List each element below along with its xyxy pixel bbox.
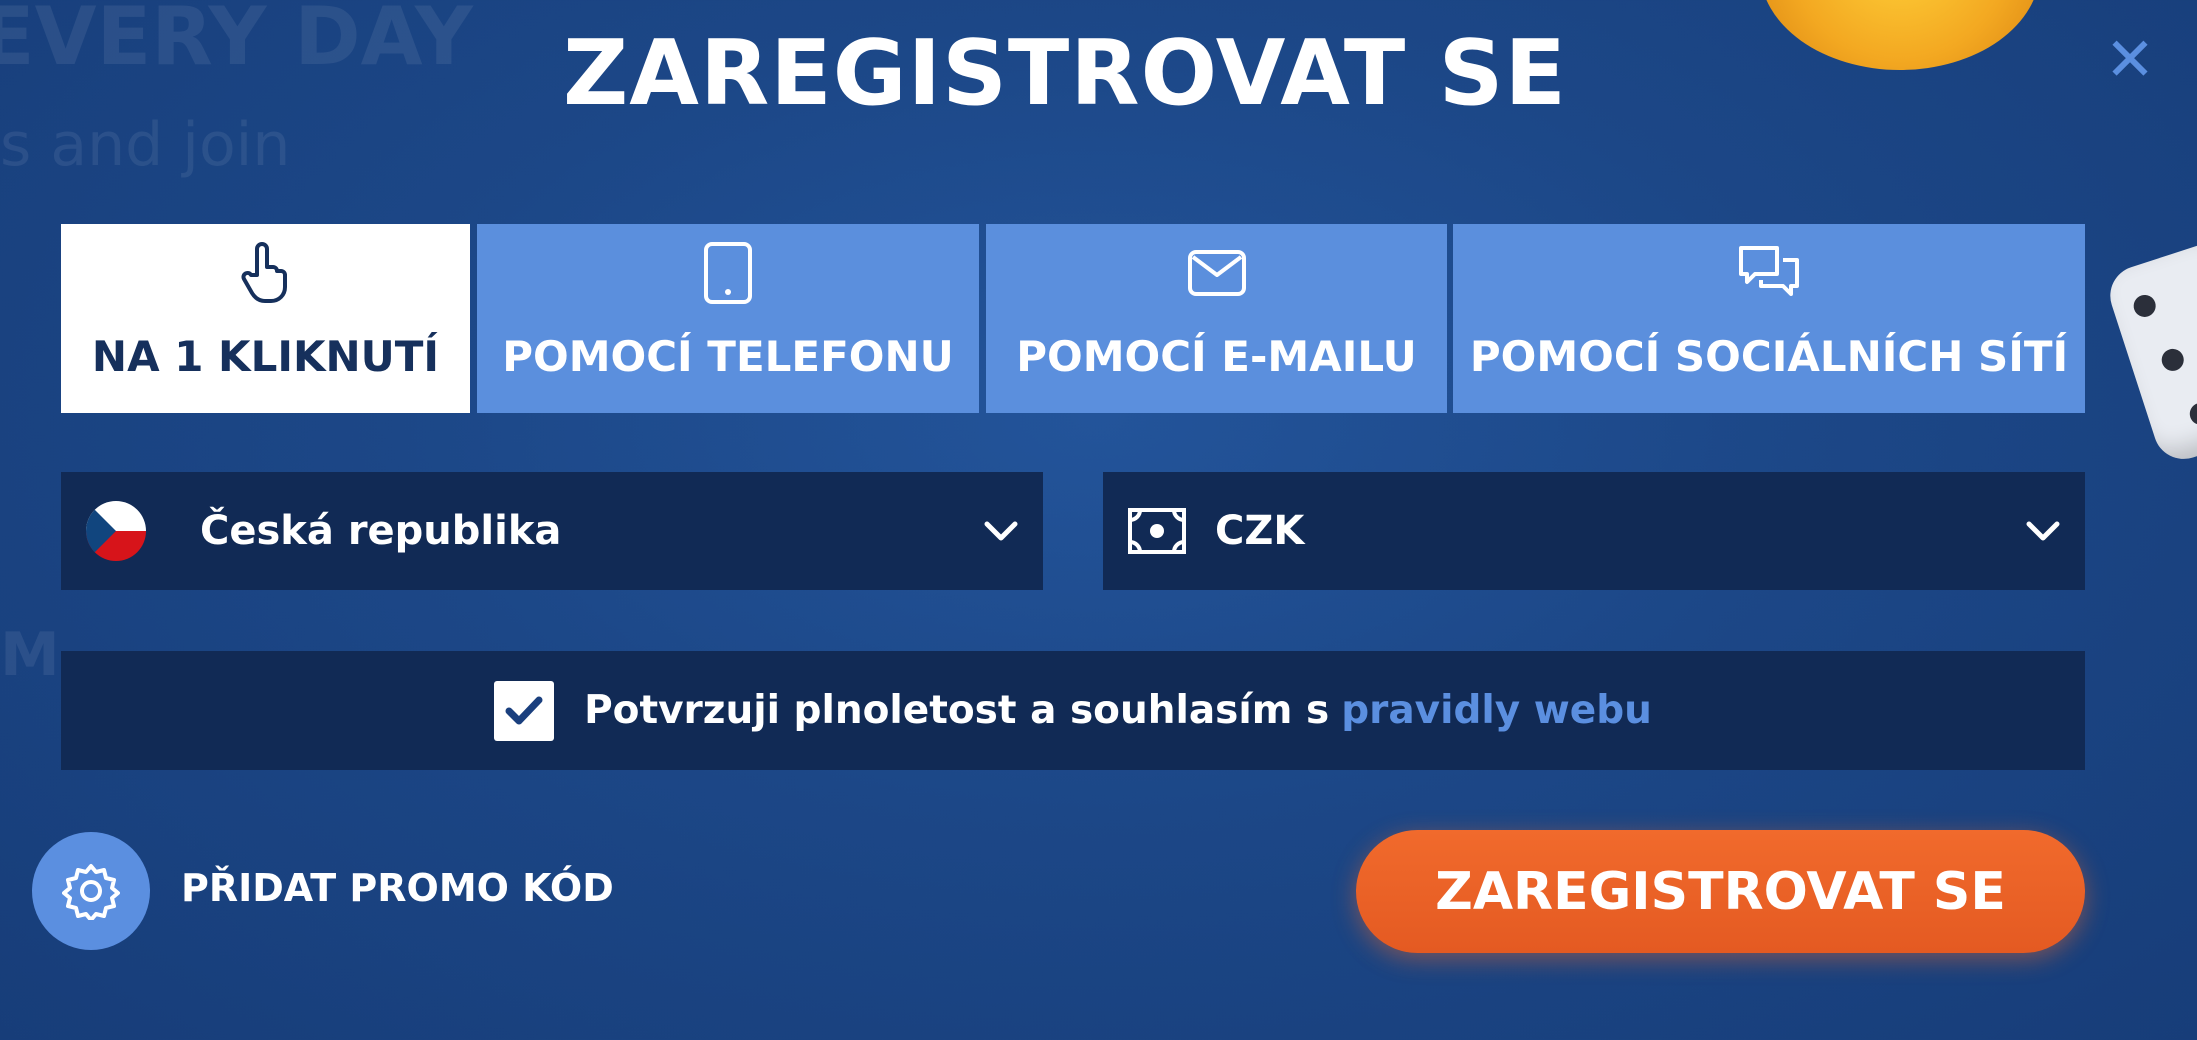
age-consent-checkbox[interactable] (494, 680, 555, 741)
site-rules-link[interactable]: pravidly webu (1341, 688, 1652, 733)
promo-code-button[interactable] (32, 832, 150, 950)
background-text-m: M (0, 620, 60, 690)
checkmark-icon (505, 696, 543, 724)
background-dice-decoration (2102, 233, 2197, 467)
consent-row: Potvrzuji plnoletost a souhlasím s pravi… (61, 651, 2085, 770)
tab-label: POMOCÍ SOCIÁLNÍCH SÍTÍ (1469, 332, 2069, 381)
registration-method-tabs: NA 1 KLIKNUTÍ POMOCÍ TELEFONU POMOCÍ E-M… (61, 224, 2085, 413)
register-submit-button[interactable]: ZAREGISTROVAT SE (1356, 830, 2085, 953)
tab-label: POMOCÍ E-MAILU (1016, 332, 1417, 381)
consent-text: Potvrzuji plnoletost a souhlasím s (584, 688, 1330, 733)
promo-code-label[interactable]: PŘIDAT PROMO KÓD (181, 866, 614, 910)
chevron-down-icon (983, 510, 1019, 555)
phone-icon (703, 238, 753, 308)
pointer-hand-icon (239, 238, 293, 308)
czech-flag-icon (86, 501, 146, 561)
country-select[interactable]: Česká republika (61, 472, 1043, 590)
chat-bubbles-icon (1737, 238, 1801, 308)
currency-select[interactable]: CZK (1103, 472, 2085, 590)
country-select-value: Česká republika (200, 508, 562, 554)
envelope-icon (1187, 238, 1247, 308)
currency-select-value: CZK (1215, 508, 1305, 554)
chevron-down-icon (2025, 510, 2061, 555)
tab-label: POMOCÍ TELEFONU (502, 332, 954, 381)
close-button[interactable]: ✕ (2100, 30, 2160, 90)
banknote-icon (1127, 507, 1187, 555)
close-icon: ✕ (2104, 25, 2156, 95)
tab-one-click[interactable]: NA 1 KLIKNUTÍ (61, 224, 470, 413)
modal-title: ZAREGISTROVAT SE (563, 21, 1567, 126)
tab-phone[interactable]: POMOCÍ TELEFONU (477, 224, 979, 413)
tab-social[interactable]: POMOCÍ SOCIÁLNÍCH SÍTÍ (1453, 224, 2085, 413)
gear-icon (62, 864, 120, 920)
tab-label: NA 1 KLIKNUTÍ (91, 332, 440, 381)
tab-email[interactable]: POMOCÍ E-MAILU (986, 224, 1447, 413)
